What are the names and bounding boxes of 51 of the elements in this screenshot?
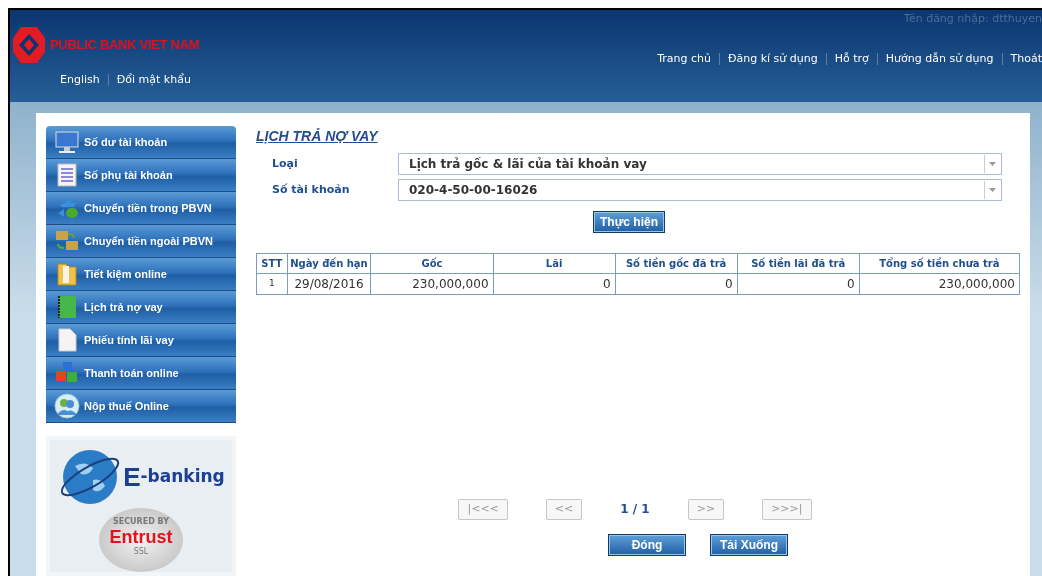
nav-link[interactable]: Đăng kí sử dụng bbox=[727, 50, 818, 67]
ebanking-label: -banking bbox=[140, 465, 225, 489]
menu-item-icon bbox=[54, 162, 80, 188]
table-cell: 0 bbox=[737, 273, 860, 295]
sidebar-item[interactable]: Phiếu tính lãi vay bbox=[46, 324, 236, 357]
nav-link[interactable]: Đổi mật khẩu bbox=[116, 72, 191, 89]
column-header: Gốc bbox=[370, 253, 493, 274]
bank-name: PUBLIC BANK VIET NAM bbox=[50, 36, 200, 55]
page-title: LỊCH TRẢ NỢ VAY bbox=[256, 127, 378, 146]
menu-item-icon bbox=[54, 129, 80, 155]
sidebar-item[interactable]: Chuyển tiền trong PBVN bbox=[46, 192, 236, 225]
action-button[interactable]: Tải Xuống bbox=[710, 533, 788, 556]
nav-link[interactable]: English bbox=[60, 72, 100, 89]
column-header: Lãi bbox=[493, 253, 616, 274]
sidebar-item[interactable]: Nộp thuế Online bbox=[46, 390, 236, 423]
sidebar-item[interactable]: Thanh toán online bbox=[46, 357, 236, 390]
ebanking-letter: E bbox=[123, 460, 141, 494]
table-cell: 230,000,000 bbox=[370, 273, 493, 295]
table-cell: 29/08/2016 bbox=[287, 273, 371, 295]
sidebar-item[interactable]: Tiết kiệm online bbox=[46, 258, 236, 291]
sidebar-item[interactable]: Số dư tài khoản bbox=[46, 126, 236, 159]
login-info: Tên đăng nhập: dtthuyen bbox=[903, 11, 1042, 27]
column-header: Số tiền gốc đã trả bbox=[615, 253, 738, 274]
sidebar-item[interactable]: Số phụ tài khoản bbox=[46, 159, 236, 192]
table-cell: 230,000,000 bbox=[859, 273, 1020, 295]
column-header: Số tiền lãi đã trả bbox=[737, 253, 860, 274]
nav-link[interactable]: Hỗ trợ bbox=[834, 50, 869, 67]
ssl-seal: SECURED BY Entrust SSL bbox=[99, 508, 183, 572]
action-button[interactable]: Đóng bbox=[608, 533, 686, 556]
table-cell: 1 bbox=[256, 273, 287, 295]
submit-button[interactable]: Thực hiện bbox=[593, 211, 665, 233]
column-header: Tổng số tiền chưa trả bbox=[859, 253, 1020, 274]
bank-logo-icon bbox=[12, 26, 46, 64]
field-label: Số tài khoản bbox=[271, 181, 351, 198]
select-field[interactable]: Lịch trả gốc & lãi của tài khoản vay bbox=[398, 153, 1002, 175]
select-field[interactable]: 020-4-50-00-16026 bbox=[398, 179, 1002, 201]
dropdown-icon bbox=[989, 162, 996, 166]
nav-link[interactable]: Trang chủ bbox=[657, 50, 711, 67]
menu-item-icon bbox=[54, 393, 80, 419]
column-header: Ngày đến hạn bbox=[287, 253, 371, 274]
nav-link[interactable]: Thoát bbox=[1010, 50, 1042, 67]
nav-link[interactable]: Hướng dẫn sử dụng bbox=[885, 50, 994, 67]
column-header: STT bbox=[256, 253, 287, 274]
sidebar-item[interactable]: Chuyển tiền ngoài PBVN bbox=[46, 225, 236, 258]
field-label: Loại bbox=[271, 155, 299, 172]
page-indicator: 1 / 1 bbox=[620, 501, 650, 519]
table-cell: 0 bbox=[493, 273, 616, 295]
menu-item-icon bbox=[54, 261, 80, 287]
sidebar-item[interactable]: Lịch trả nợ vay bbox=[46, 291, 236, 324]
table-cell: 0 bbox=[615, 273, 738, 295]
dropdown-icon bbox=[989, 188, 996, 192]
